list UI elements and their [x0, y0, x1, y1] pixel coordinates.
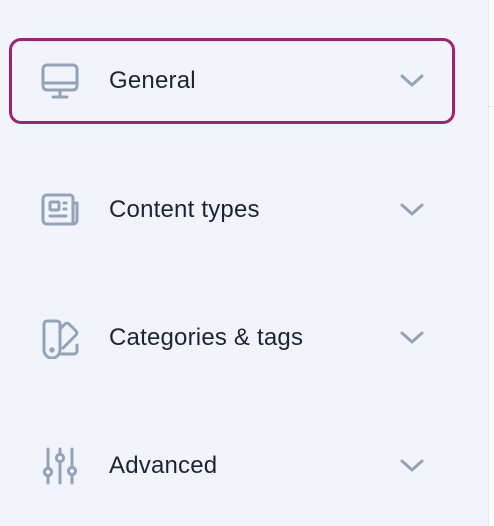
- sidebar-item-categories-tags[interactable]: Categories & tags: [9, 295, 455, 381]
- sidebar-item-content-types[interactable]: Content types: [9, 167, 455, 253]
- panel-divider: [489, 106, 494, 107]
- sidebar-item-general[interactable]: General: [9, 38, 455, 124]
- sidebar-item-label: Categories & tags: [109, 324, 304, 351]
- sidebar-item-advanced[interactable]: Advanced: [9, 423, 455, 509]
- swatch-icon: [39, 317, 81, 359]
- sidebar-item-label: Content types: [109, 196, 260, 223]
- chevron-down-icon[interactable]: [397, 456, 427, 476]
- sliders-icon: [39, 445, 81, 487]
- chevron-down-icon[interactable]: [397, 71, 427, 91]
- chevron-down-icon[interactable]: [397, 328, 427, 348]
- newspaper-icon: [39, 189, 81, 231]
- sidebar-item-label: Advanced: [109, 452, 218, 479]
- sidebar-item-label: General: [109, 67, 196, 94]
- monitor-icon: [39, 60, 81, 102]
- chevron-down-icon[interactable]: [397, 200, 427, 220]
- content-panel-edge: [488, 0, 494, 526]
